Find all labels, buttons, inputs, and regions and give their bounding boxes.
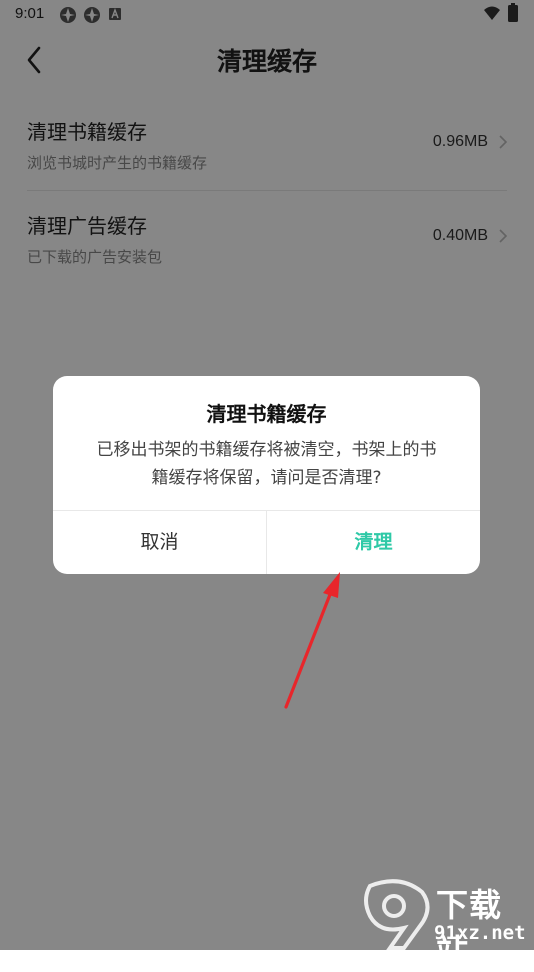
cancel-button[interactable]: 取消 (53, 511, 266, 574)
dialog-message-line: 籍缓存将保留，请问是否清理? (151, 468, 382, 488)
watermark-logo-icon (364, 879, 430, 950)
watermark-url: 91xz.net (434, 922, 526, 944)
dialog-message-line: 已移出书架的书籍缓存将被清空，书架上的书 (96, 440, 437, 460)
dialog-message: 已移出书架的书籍缓存将被清空，书架上的书 籍缓存将保留，请问是否清理? (81, 436, 452, 492)
confirm-clear-button[interactable]: 清理 (267, 511, 480, 574)
watermark-logo: 下载站 91xz.net (360, 878, 534, 970)
confirm-dialog: 清理书籍缓存 已移出书架的书籍缓存将被清空，书架上的书 籍缓存将保留，请问是否清… (53, 376, 480, 574)
dialog-title: 清理书籍缓存 (206, 402, 327, 426)
